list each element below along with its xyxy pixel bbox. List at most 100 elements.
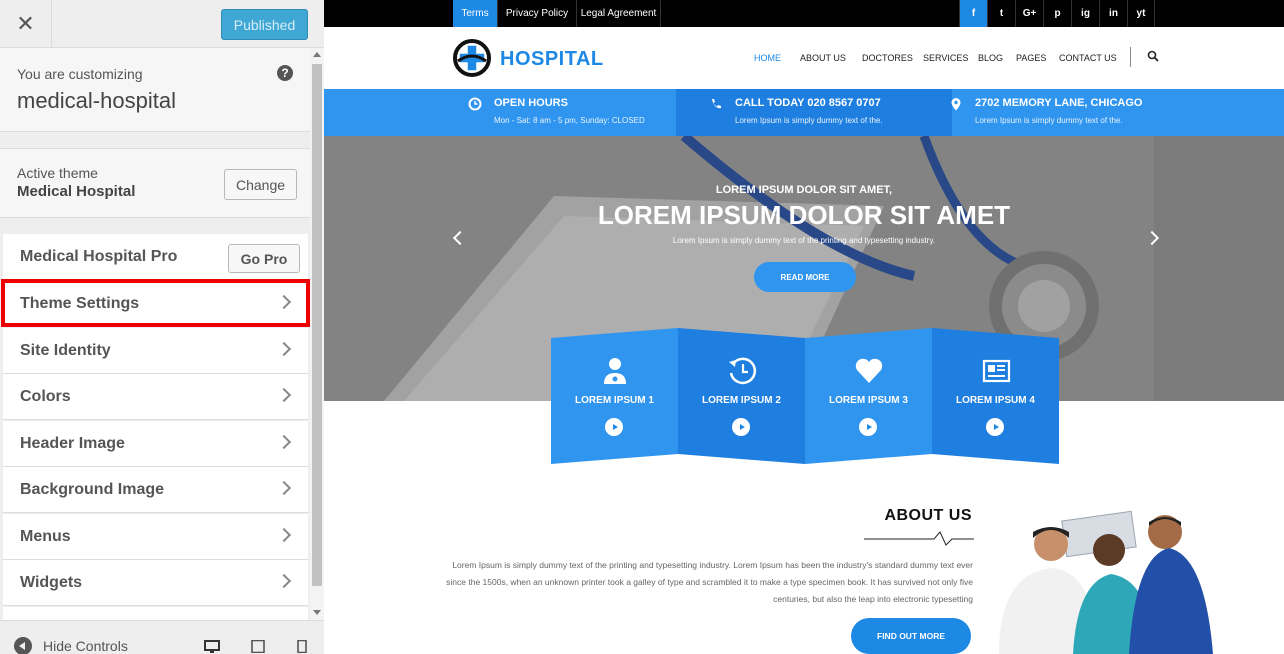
pro-label: Medical Hospital Pro [20,247,178,265]
go-pro-button[interactable]: Go Pro [228,244,300,273]
sidebar-scrollbar[interactable] [310,48,324,620]
active-theme-label: Active theme [17,165,98,181]
arrow-right-icon[interactable] [732,418,750,436]
close-icon[interactable]: ✕ [0,0,52,48]
hospital-logo-icon[interactable] [453,39,491,77]
twitter-icon[interactable]: t [987,0,1015,27]
collapse-icon [14,637,32,654]
sidebar-panel: You are customizing medical-hospital ? A… [0,48,310,620]
hero-subtitle: LOREM IPSUM DOLOR SIT AMET, [715,184,893,196]
facebook-icon[interactable]: f [959,0,987,27]
find-out-more-button[interactable]: FIND OUT MORE [851,618,971,654]
published-button[interactable]: Published [221,9,308,40]
feature-card-1[interactable]: LOREM IPSUM 1 [551,328,678,464]
sidebar-item-label: Site Identity [20,341,111,359]
hero-description: Lorem Ipsum is simply dummy text of the … [672,236,936,245]
nav-contact-us[interactable]: CONTACT US [1059,53,1117,63]
sidebar-item-header-image[interactable]: Header Image [3,421,308,467]
hide-controls-label: Hide Controls [43,638,128,654]
sidebar-footer: Hide Controls [0,620,324,654]
nav-divider [1130,47,1131,67]
active-theme-section: Active theme Medical Hospital Change [0,148,310,218]
chevron-right-icon [276,387,292,403]
tablet-preview-icon[interactable] [250,640,266,653]
feature-title: LOREM IPSUM 1 [575,395,654,406]
doctor-icon [604,358,626,384]
link-privacy-policy[interactable]: Privacy Policy [498,0,577,27]
sidebar-item-label: Widgets [20,573,83,591]
nav-doctores[interactable]: DOCTORES [862,53,913,63]
sidebar-item-colors[interactable]: Colors [3,374,308,420]
nav-home[interactable]: HOME [754,53,781,63]
heartbeat-line-icon [864,531,974,546]
map-pin-icon [951,98,961,111]
nav-services[interactable]: SERVICES [923,53,968,63]
customizer-sidebar: ✕ Published You are customizing medical-… [0,0,324,654]
about-text: Lorem Ipsum is simply dummy text of the … [446,560,973,604]
sidebar-item-more[interactable] [3,607,308,620]
chevron-right-icon [276,527,292,543]
theme-pro-section: Medical Hospital Pro Go Pro [3,234,308,280]
arrow-right-icon[interactable] [859,418,877,436]
info-title: OPEN HOURS [494,97,568,109]
main-nav: HOSPITAL HOME ABOUT US DOCTORES SERVICES… [324,27,1284,89]
arrow-right-icon[interactable] [605,418,623,436]
sidebar-item-site-identity[interactable]: Site Identity [3,328,308,374]
info-bar: OPEN HOURS Mon - Sat: 8 am - 5 pm, Sunda… [324,89,1284,136]
feature-title: LOREM IPSUM 2 [702,395,781,406]
instagram-icon[interactable]: ig [1071,0,1099,27]
youtube-icon[interactable]: yt [1127,0,1155,27]
nav-about-us[interactable]: ABOUT US [800,53,846,63]
scroll-down-icon[interactable] [313,610,321,615]
link-terms[interactable]: Terms [453,0,498,27]
customizing-label: You are customizing [17,66,143,82]
info-call: CALL TODAY 020 8567 0707 Lorem Ipsum is … [709,89,939,136]
arrow-right-icon[interactable] [986,418,1004,436]
mobile-preview-icon[interactable] [294,640,310,653]
chevron-right-icon [276,480,292,496]
nav-pages[interactable]: PAGES [1016,53,1046,63]
nav-blog[interactable]: BLOG [978,53,1003,63]
sidebar-item-menus[interactable]: Menus [3,514,308,560]
link-legal-agreement[interactable]: Legal Agreement [577,0,661,27]
feature-card-2[interactable]: LOREM IPSUM 2 [678,328,805,464]
feature-card-3[interactable]: LOREM IPSUM 3 [805,328,932,464]
chevron-right-icon [276,294,292,310]
doctors-image [999,510,1213,654]
clock-icon [468,97,482,111]
read-more-button[interactable]: READ MORE [754,262,856,292]
sidebar-item-label: Theme Settings [20,294,140,312]
linkedin-icon[interactable]: in [1099,0,1127,27]
info-title: CALL TODAY 020 8567 0707 [735,97,881,109]
sidebar-item-label: Background Image [20,480,165,498]
chevron-right-icon [276,341,292,357]
help-icon[interactable]: ? [277,65,293,81]
info-subtitle: Mon - Sat: 8 am - 5 pm, Sunday: CLOSED [494,116,645,125]
phone-icon [712,99,721,109]
site-name: medical-hospital [17,88,176,113]
feature-card-4[interactable]: LOREM IPSUM 4 [932,328,1059,464]
desktop-preview-icon[interactable] [204,640,220,653]
sidebar-item-widgets[interactable]: Widgets [3,560,308,606]
clock-24h-icon [729,357,757,385]
change-theme-button[interactable]: Change [224,169,297,200]
info-subtitle: Lorem Ipsum is simply dummy text of the. [735,116,883,125]
hide-controls-button[interactable]: Hide Controls [14,637,128,654]
info-address: 2702 MEMORY LANE, CHICAGO Lorem Ipsum is… [949,89,1179,136]
feature-title: LOREM IPSUM 3 [829,395,908,406]
feature-cards: LOREM IPSUM 1 LOREM IPSUM 2 LOREM IPSUM … [551,328,1059,464]
chevron-right-icon [276,434,292,450]
scroll-up-icon[interactable] [313,52,321,57]
logo-text[interactable]: HOSPITAL [500,48,604,71]
sidebar-item-label: Colors [20,387,71,405]
sidebar-item-theme-settings[interactable]: Theme Settings [3,281,308,327]
search-icon[interactable] [1147,50,1159,62]
google-plus-icon[interactable]: G+ [1015,0,1043,27]
info-open-hours: OPEN HOURS Mon - Sat: 8 am - 5 pm, Sunda… [468,89,668,136]
chevron-right-icon [276,573,292,589]
top-bar: Terms Privacy Policy Legal Agreement f t… [324,0,1284,27]
site-preview: Terms Privacy Policy Legal Agreement f t… [324,0,1284,654]
scroll-thumb[interactable] [312,64,322,586]
pinterest-icon[interactable]: p [1043,0,1071,27]
sidebar-item-background-image[interactable]: Background Image [3,467,308,513]
